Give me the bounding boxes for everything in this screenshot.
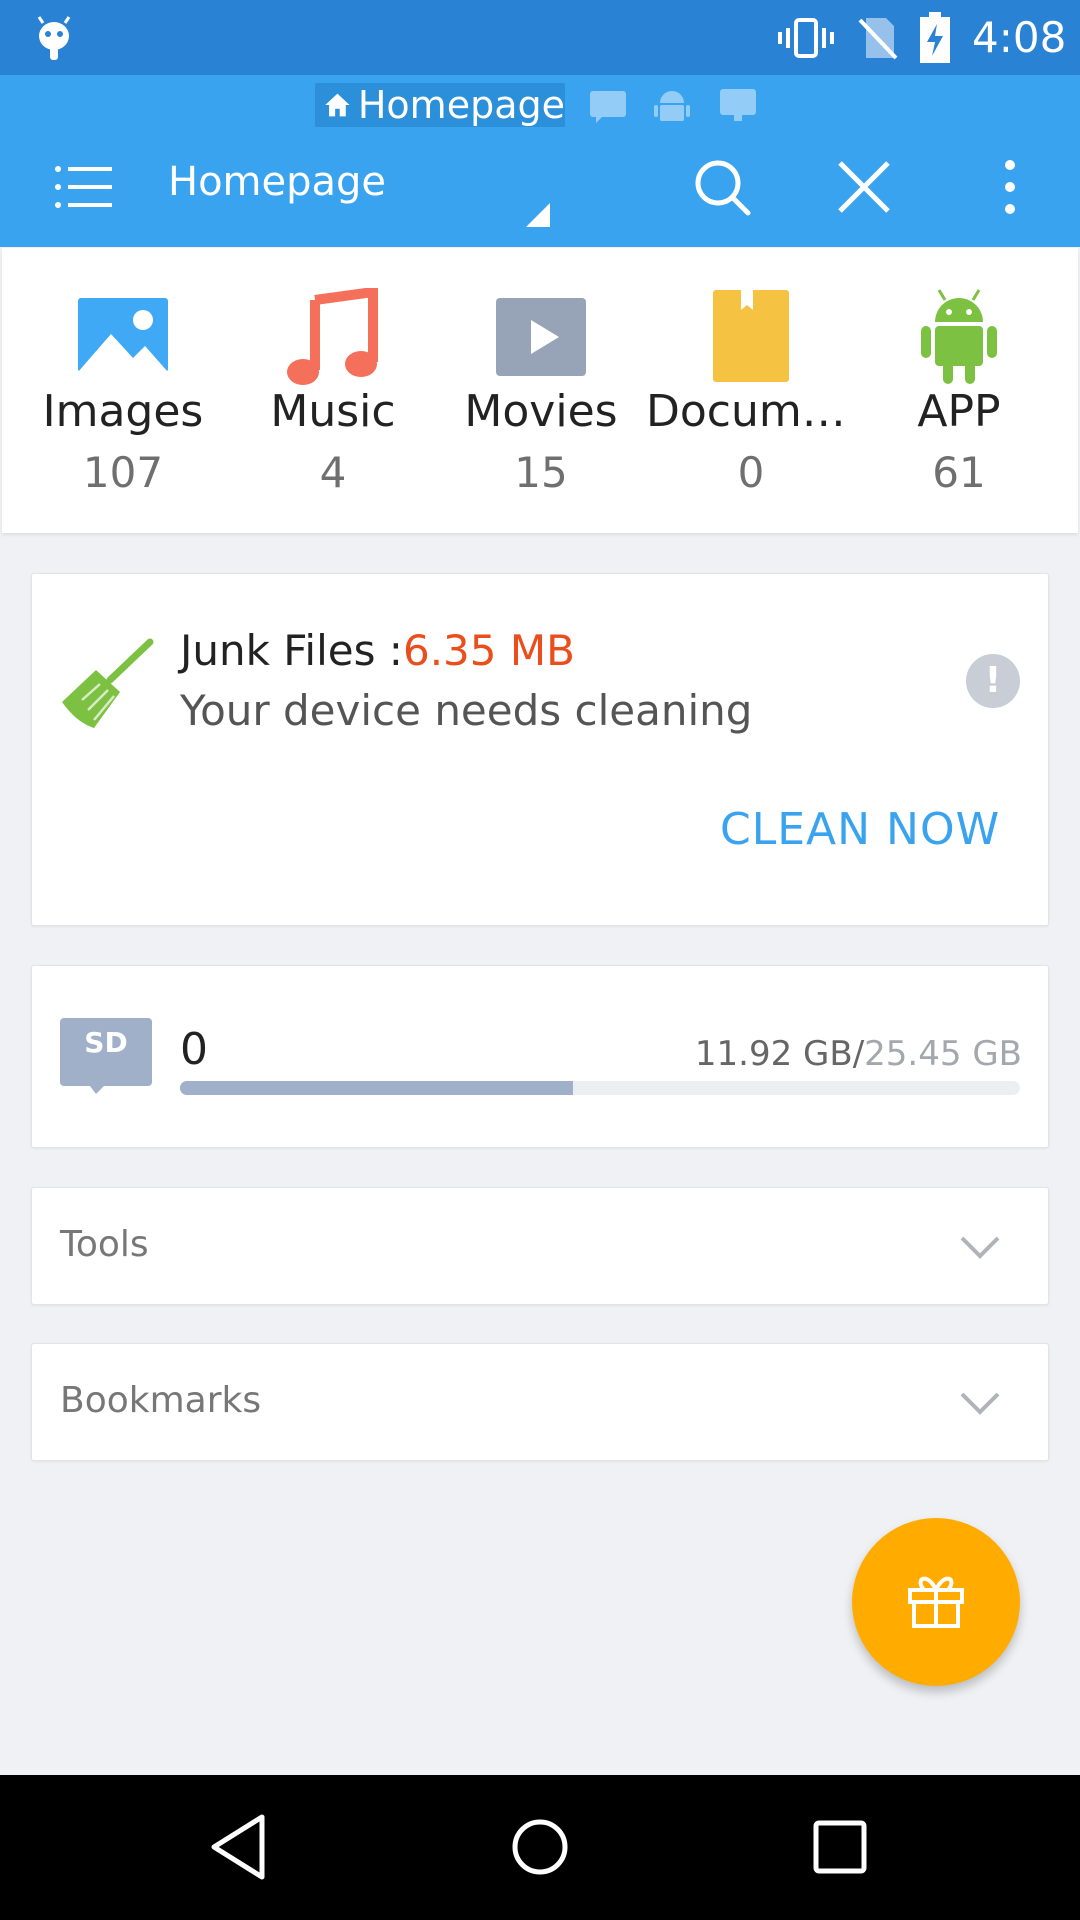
bookmarks-label: Bookmarks xyxy=(60,1380,262,1421)
category-grid: Images 107 Music 4 Movies 15 Docume... 0 xyxy=(2,248,1078,533)
menu-button[interactable] xyxy=(52,155,116,219)
category-count: 4 xyxy=(319,448,347,497)
category-music[interactable]: Music 4 xyxy=(228,248,438,533)
vibrate-icon xyxy=(778,18,834,58)
sd-card-icon: SD xyxy=(60,1018,152,1094)
chevron-down-icon[interactable] xyxy=(952,1374,1008,1430)
android-app-icon xyxy=(921,289,997,384)
app-bar: Homepage Homepage xyxy=(0,75,1080,247)
storage-name: 0 xyxy=(180,1024,208,1075)
info-icon[interactable]: ! xyxy=(966,654,1020,708)
network-tab-icon[interactable] xyxy=(718,85,758,125)
android-debug-icon xyxy=(37,16,71,60)
storage-progress-fill xyxy=(180,1081,574,1095)
page-title[interactable]: Homepage xyxy=(168,159,386,205)
category-app[interactable]: APP 61 xyxy=(854,248,1064,533)
storage-separator: / xyxy=(852,1034,865,1074)
recents-icon[interactable] xyxy=(800,1807,880,1887)
gift-fab-button[interactable] xyxy=(852,1518,1020,1686)
home-icon[interactable] xyxy=(500,1807,580,1887)
search-button[interactable] xyxy=(690,155,754,219)
junk-files-message: Your device needs cleaning xyxy=(180,686,753,735)
tools-label: Tools xyxy=(60,1224,149,1265)
junk-files-card[interactable]: Junk Files :6.35 MB Your device needs cl… xyxy=(31,573,1049,926)
category-label: Music xyxy=(270,386,396,437)
category-label: Images xyxy=(42,386,204,437)
category-count: 15 xyxy=(514,448,568,497)
category-label: Movies xyxy=(464,386,618,437)
gift-icon xyxy=(908,1576,964,1628)
more-options-button[interactable] xyxy=(986,155,1034,219)
status-bar: 4:08 xyxy=(0,0,1080,75)
storage-progress-bar xyxy=(180,1081,1020,1095)
category-label: Docume... xyxy=(646,386,856,437)
broom-icon xyxy=(62,638,154,728)
battery-charging-icon xyxy=(920,12,950,63)
storage-used: 11.92 GB xyxy=(694,1034,853,1074)
music-note-icon xyxy=(287,288,378,385)
image-icon xyxy=(78,298,168,372)
category-count: 61 xyxy=(932,448,986,497)
bookmarks-section[interactable]: Bookmarks xyxy=(31,1343,1049,1461)
movie-play-icon xyxy=(496,298,586,376)
storage-card[interactable]: SD 0 11.92 GB/25.45 GB xyxy=(31,965,1049,1148)
back-icon[interactable] xyxy=(200,1807,280,1887)
junk-files-size: 6.35 MB xyxy=(402,626,575,675)
storage-usage: 11.92 GB/25.45 GB xyxy=(695,1034,1022,1074)
category-count: 0 xyxy=(737,448,765,497)
category-documents[interactable]: Docume... 0 xyxy=(646,248,856,533)
clean-now-button[interactable]: CLEAN NOW xyxy=(720,804,1000,855)
category-movies[interactable]: Movies 15 xyxy=(436,248,646,533)
window-tabs: Homepage xyxy=(0,75,1080,133)
category-images[interactable]: Images 107 xyxy=(18,248,228,533)
tab-homepage[interactable]: Homepage xyxy=(315,83,565,127)
sd-card-tab-icon[interactable] xyxy=(588,85,628,125)
storage-total: 25.45 GB xyxy=(864,1034,1022,1074)
junk-files-summary: Junk Files :6.35 MB xyxy=(180,626,575,675)
svg-text:SD: SD xyxy=(84,1026,127,1059)
home-icon xyxy=(325,93,350,117)
junk-files-label: Junk Files : xyxy=(180,626,403,675)
category-label: APP xyxy=(917,386,1001,437)
system-nav-bar xyxy=(0,1775,1080,1920)
chevron-down-icon[interactable] xyxy=(952,1218,1008,1274)
document-icon xyxy=(713,290,789,382)
tab-homepage-label: Homepage xyxy=(357,83,565,127)
close-button[interactable] xyxy=(832,155,896,219)
tools-section[interactable]: Tools xyxy=(31,1187,1049,1305)
no-sim-icon xyxy=(858,18,898,60)
clock: 4:08 xyxy=(972,13,1067,62)
android-tab-icon[interactable] xyxy=(652,85,692,125)
dropdown-indicator-icon[interactable] xyxy=(526,203,550,227)
category-count: 107 xyxy=(82,448,164,497)
